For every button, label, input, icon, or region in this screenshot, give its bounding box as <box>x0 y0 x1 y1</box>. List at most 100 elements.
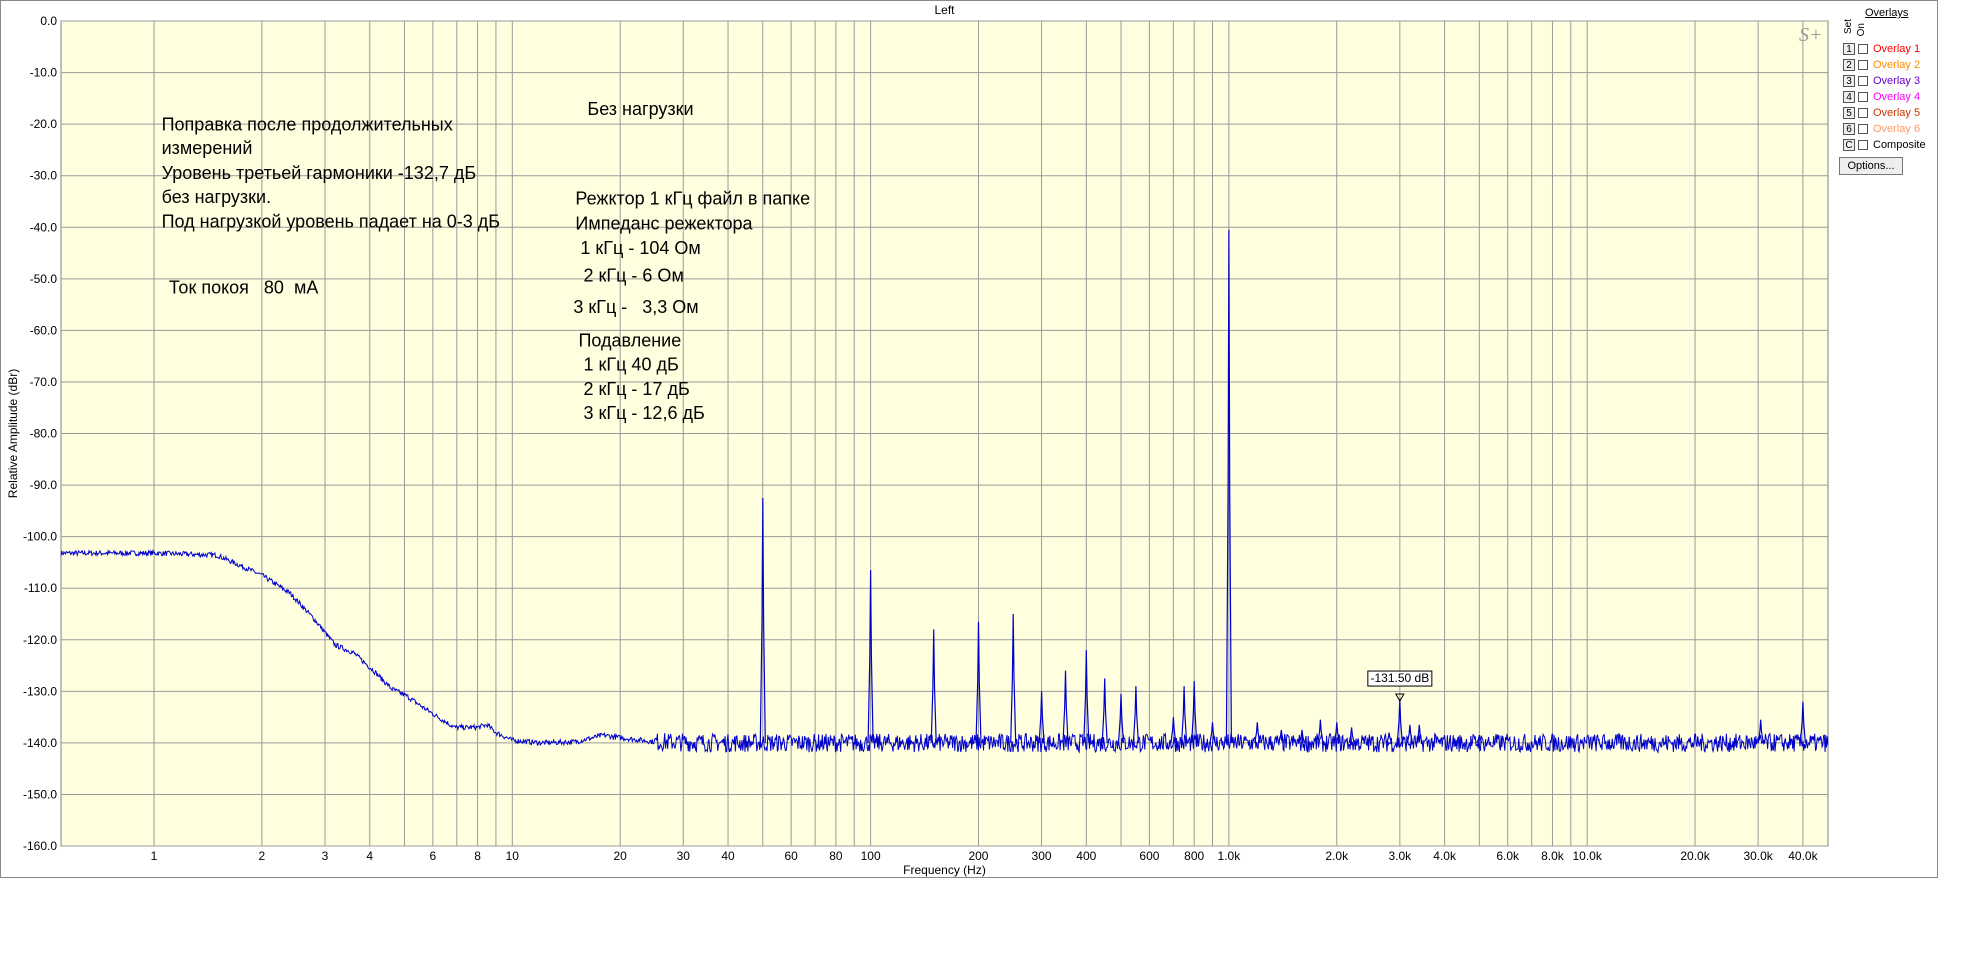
overlay-on-checkbox[interactable] <box>1858 123 1868 134</box>
x-tick-label: 8 <box>474 849 481 863</box>
x-tick-label: 40.0k <box>1788 849 1818 863</box>
annotation-text: 2 кГц - 6 Ом <box>578 265 683 285</box>
annotation-text: 1 кГц 40 дБ <box>578 355 678 375</box>
annotation-text: 1 кГц - 104 Ом <box>575 238 700 258</box>
overlay-on-checkbox[interactable] <box>1858 43 1868 54</box>
annotation-text: Уровень третьей гармоники -132,7 дБ <box>162 163 477 183</box>
x-tick-label: 1.0k <box>1218 849 1242 863</box>
overlay-row-4: 4 Overlay 4 <box>1843 89 1920 104</box>
y-tick-label: -40.0 <box>30 220 58 234</box>
x-axis-title: Frequency (Hz) <box>903 863 986 877</box>
x-tick-label: 1 <box>151 849 158 863</box>
y-tick-label: -120.0 <box>23 633 57 647</box>
set-column-header: Set <box>1843 19 1854 35</box>
y-tick-label: 0.0 <box>40 14 57 28</box>
spectrum-chart: 0.0 -10.0 -20.0 -30.0 -40.0 -50.0 -60.0 -70.0 -8… <box>6 3 1829 877</box>
y-tick-label: -130.0 <box>23 684 57 698</box>
overlay-label: Overlay 5 <box>1873 106 1921 119</box>
annotation-text: Режктор 1 кГц файл в папке <box>575 189 810 209</box>
x-tick-label: 6.0k <box>1496 849 1520 863</box>
marker-label: -131.50 dB <box>1370 671 1429 685</box>
y-tick-label: -20.0 <box>30 117 58 131</box>
y-tick-label: -80.0 <box>30 427 58 441</box>
x-tick-label: 80 <box>829 849 843 863</box>
y-tick-label: -60.0 <box>30 323 58 337</box>
overlay-on-checkbox[interactable] <box>1858 139 1868 150</box>
annotation-text: Без нагрузки <box>587 99 693 119</box>
annotation-text: измерений <box>162 138 253 158</box>
overlay-on-checkbox[interactable] <box>1858 107 1868 118</box>
x-tick-label: 40 <box>721 849 735 863</box>
y-axis-title: Relative Amplitude (dBr) <box>6 369 20 498</box>
annotation-text: Под нагрузкой уровень падает на 0-3 дБ <box>162 211 501 231</box>
x-tick-label: 2 <box>259 849 266 863</box>
x-tick-label: 3.0k <box>1389 849 1413 863</box>
overlay-label: Overlay 2 <box>1873 58 1921 71</box>
app-logo: S+ <box>1799 24 1823 46</box>
x-tick-label: 3 <box>322 849 329 863</box>
overlay-set-button[interactable]: 4 <box>1843 90 1855 103</box>
x-tick-label: 400 <box>1076 849 1096 863</box>
x-tick-label: 8.0k <box>1541 849 1565 863</box>
y-tick-label: -150.0 <box>23 787 57 801</box>
annotation-text: без нагрузки. <box>162 187 272 207</box>
x-tick-label: 10.0k <box>1573 849 1603 863</box>
y-tick-label: -110.0 <box>24 581 57 595</box>
annotation-text: Импеданс режектора <box>575 213 753 233</box>
y-tick-label: -10.0 <box>30 66 58 80</box>
x-tick-label: 30.0k <box>1743 849 1773 863</box>
y-tick-label: -50.0 <box>30 272 58 286</box>
x-tick-label: 6 <box>429 849 436 863</box>
overlay-row-1: 1 Overlay 1 <box>1843 41 1920 56</box>
overlay-label: Overlay 3 <box>1873 74 1921 87</box>
overlay-label: Overlay 4 <box>1873 90 1921 103</box>
x-tick-label: 4.0k <box>1433 849 1457 863</box>
y-tick-label: -90.0 <box>30 478 58 492</box>
x-tick-label: 30 <box>677 849 691 863</box>
x-tick-label: 10 <box>506 849 520 863</box>
x-tick-label: 600 <box>1139 849 1159 863</box>
overlay-label: Overlay 6 <box>1873 122 1921 135</box>
annotation-text: Подавление <box>578 330 681 350</box>
annotation-text: Ток покоя 80 мА <box>169 277 318 297</box>
annotation-text: 2 кГц - 17 дБ <box>578 379 689 399</box>
y-axis-ticks: 0.0 -10.0 -20.0 -30.0 -40.0 -50.0 -60.0 -70.0 -8… <box>23 14 57 853</box>
overlay-set-button[interactable]: 3 <box>1843 74 1855 87</box>
overlay-on-checkbox[interactable] <box>1858 59 1868 70</box>
x-tick-label: 20.0k <box>1680 849 1710 863</box>
y-tick-label: -140.0 <box>23 736 57 750</box>
annotation-text: Поправка после продолжительных <box>162 114 453 134</box>
overlays-title: Overlays <box>1865 7 1909 19</box>
annotation-text: 3 кГц - 12,6 дБ <box>578 403 704 423</box>
overlay-label: Overlay 1 <box>1873 42 1921 55</box>
y-tick-label: -30.0 <box>30 169 58 183</box>
x-tick-label: 60 <box>784 849 798 863</box>
chart-title: Left <box>934 3 955 17</box>
overlays-panel: Overlays Set On 1 Overlay 1 2 Overlay 2 3 Ove… <box>1837 5 1937 175</box>
overlay-on-checkbox[interactable] <box>1858 75 1868 86</box>
x-tick-label: 300 <box>1032 849 1052 863</box>
overlay-on-checkbox[interactable] <box>1858 91 1868 102</box>
y-tick-label: -70.0 <box>30 375 58 389</box>
on-column-header: On <box>1856 23 1867 37</box>
overlay-set-button[interactable]: 1 <box>1843 42 1855 55</box>
overlay-set-button[interactable]: C <box>1843 138 1855 151</box>
overlay-row-6: 6 Overlay 6 <box>1843 121 1920 136</box>
overlay-row-5: 5 Overlay 5 <box>1843 105 1920 120</box>
overlay-label: Composite <box>1873 138 1926 151</box>
overlay-set-button[interactable]: 2 <box>1843 58 1855 71</box>
overlay-row-c: C Composite <box>1843 137 1926 152</box>
y-tick-label: -100.0 <box>23 530 57 544</box>
x-tick-label: 2.0k <box>1325 849 1349 863</box>
overlay-row-2: 2 Overlay 2 <box>1843 57 1920 72</box>
x-tick-label: 20 <box>613 849 627 863</box>
overlay-row-3: 3 Overlay 3 <box>1843 73 1920 88</box>
x-tick-label: 200 <box>968 849 988 863</box>
options-button[interactable]: Options... <box>1839 157 1903 175</box>
x-tick-label: 800 <box>1184 849 1204 863</box>
overlay-set-button[interactable]: 6 <box>1843 122 1855 135</box>
overlay-set-button[interactable]: 5 <box>1843 106 1855 119</box>
x-tick-label: 100 <box>861 849 881 863</box>
y-tick-label: -160.0 <box>23 839 57 853</box>
annotation-text: 3 кГц - 3,3 Ом <box>573 297 698 317</box>
